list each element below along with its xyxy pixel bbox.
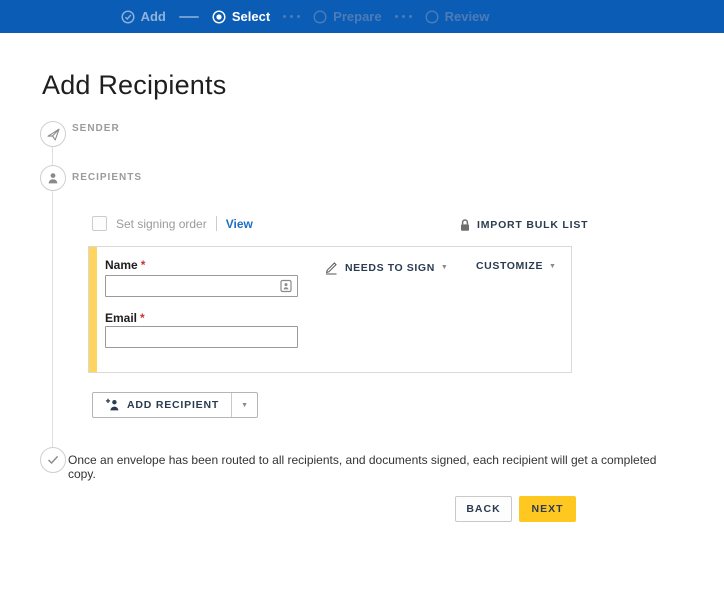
person-icon [46, 171, 60, 185]
add-recipient-split-button: ADD RECIPIENT ▼ [92, 392, 259, 418]
email-label: Email * [105, 311, 145, 325]
import-bulk-list-label: IMPORT BULK LIST [477, 219, 589, 231]
lock-icon [459, 218, 471, 232]
page-title: Add Recipients [42, 70, 227, 100]
radio-selected-icon [212, 9, 226, 24]
note-node [40, 447, 66, 473]
step-label: Select [231, 9, 271, 24]
import-bulk-list-button[interactable]: IMPORT BULK LIST [459, 218, 588, 232]
required-asterisk: * [140, 311, 145, 325]
add-recipient-label: ADD RECIPIENT [127, 399, 220, 411]
pen-icon [324, 260, 339, 275]
needs-to-sign-label: NEEDS TO SIGN [345, 261, 435, 274]
next-button[interactable]: NEXT [519, 496, 576, 522]
needs-to-sign-dropdown[interactable]: NEEDS TO SIGN ▼ [324, 260, 448, 275]
recipients-section-label: RECIPIENTS [72, 172, 143, 183]
step-separator-dots [283, 15, 301, 18]
paper-plane-icon [46, 127, 61, 142]
name-input[interactable] [105, 275, 298, 297]
email-input[interactable] [105, 326, 298, 348]
step-add[interactable]: Add [121, 9, 166, 24]
step-select[interactable]: Select [212, 9, 270, 24]
chevron-down-icon: ▼ [241, 401, 249, 409]
divider [215, 216, 217, 231]
signing-order-row: Set signing order View [92, 215, 253, 232]
step-label: Review [444, 9, 490, 24]
set-signing-order-checkbox[interactable] [92, 216, 107, 231]
add-recipients-page: Add Select Prepare Review Add Recipients… [0, 0, 724, 606]
chevron-down-icon: ▼ [440, 264, 448, 271]
sender-node [40, 121, 66, 147]
recipient-card: Name * NEEDS TO SIGN ▼ CUSTOMIZE ▼ Email… [88, 246, 572, 373]
back-button[interactable]: BACK [455, 496, 512, 522]
name-label: Name * [105, 258, 146, 272]
step-prepare[interactable]: Prepare [313, 9, 382, 24]
customize-dropdown[interactable]: CUSTOMIZE ▼ [476, 260, 556, 272]
add-recipient-menu-button[interactable]: ▼ [231, 393, 257, 417]
completion-note: Once an envelope has been routed to all … [68, 453, 657, 481]
chevron-down-icon: ▼ [549, 262, 556, 270]
step-review[interactable]: Review [425, 9, 490, 24]
stepper-steps: Add Select Prepare Review [0, 0, 667, 33]
sender-section-label: SENDER [72, 123, 120, 134]
step-separator-line [178, 15, 199, 18]
check-circle-icon [121, 9, 135, 24]
step-label: Add [140, 9, 166, 24]
recipients-node [40, 165, 66, 191]
set-signing-order-label: Set signing order [116, 216, 207, 231]
step-label: Prepare [333, 9, 382, 24]
view-link[interactable]: View [226, 217, 253, 231]
person-plus-icon [105, 398, 120, 412]
circle-outline-icon [313, 9, 327, 24]
add-recipient-button[interactable]: ADD RECIPIENT [93, 393, 231, 417]
required-asterisk: * [140, 258, 146, 272]
footer-actions: BACK NEXT [455, 496, 576, 522]
checkmark-icon [47, 455, 59, 465]
customize-label: CUSTOMIZE [476, 260, 544, 272]
step-separator-dots [394, 15, 412, 18]
recipient-card-stripe [89, 247, 97, 372]
circle-outline-icon [425, 9, 439, 24]
wizard-stepper-bar: Add Select Prepare Review [0, 0, 724, 33]
